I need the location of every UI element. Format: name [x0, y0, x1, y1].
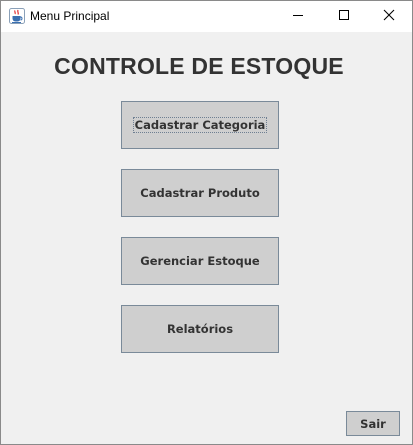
title-bar[interactable]: Menu Principal	[1, 1, 412, 32]
content-panel: CONTROLE DE ESTOQUE Cadastrar Categoria …	[1, 32, 412, 444]
maximize-icon	[338, 8, 350, 26]
maximize-button[interactable]	[321, 1, 367, 32]
sair-label: Sair	[360, 416, 386, 431]
cadastrar-produto-label: Cadastrar Produto	[140, 186, 260, 200]
gerenciar-estoque-button[interactable]: Gerenciar Estoque	[121, 237, 279, 285]
relatorios-label: Relatórios	[166, 322, 234, 336]
window-title: Menu Principal	[30, 9, 110, 23]
relatorios-button[interactable]: Relatórios	[121, 305, 279, 353]
cadastrar-categoria-label: Cadastrar Categoria	[132, 117, 268, 133]
gerenciar-estoque-label: Gerenciar Estoque	[140, 254, 260, 268]
minimize-icon	[292, 8, 304, 26]
cadastrar-produto-button[interactable]: Cadastrar Produto	[121, 169, 279, 217]
close-button[interactable]	[366, 1, 412, 32]
minimize-button[interactable]	[275, 1, 321, 32]
cadastrar-categoria-button[interactable]: Cadastrar Categoria	[121, 101, 279, 149]
java-cup-icon	[9, 8, 25, 24]
close-icon	[383, 8, 395, 26]
page-title: CONTROLE DE ESTOQUE	[54, 53, 344, 79]
app-window: Menu Principal CONTROLE DE ESTOQUE Cadas…	[0, 0, 413, 445]
sair-button[interactable]: Sair	[346, 411, 400, 436]
